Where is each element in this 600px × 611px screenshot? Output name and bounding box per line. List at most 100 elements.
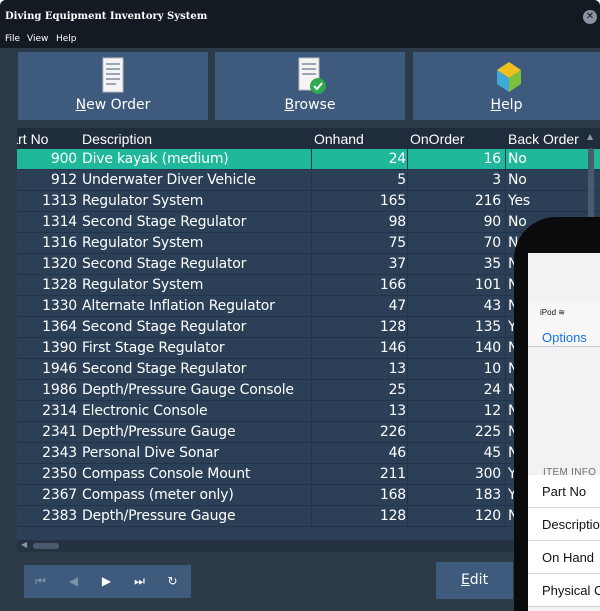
help-button[interactable]: Help [413,52,600,120]
phone-cell-physical[interactable]: Physical C [528,574,600,607]
cell-onorder: 120 [474,508,501,524]
column-divider [407,401,408,422]
menu-help[interactable]: Help [56,34,77,44]
last-record-icon[interactable]: ⏭ [123,565,156,598]
column-divider [505,338,506,359]
document-check-icon [298,57,326,94]
column-divider [505,464,506,485]
cell-part-no: 1364 [42,319,77,335]
col-onorder[interactable]: OnOrder [410,131,464,147]
cell-part-no: 1328 [42,277,77,293]
table-row[interactable]: 1986Depth/Pressure Gauge Console2524N [17,380,600,401]
toolbar: New Order Browse Help [0,48,600,126]
menu-view[interactable]: View [27,34,48,44]
phone-cell-description[interactable]: Description [528,508,600,541]
cell-onorder: 3 [492,172,501,188]
column-divider [311,149,312,170]
table-row[interactable]: 1946Second Stage Regulator1310N [17,359,600,380]
cell-description: Alternate Inflation Regulator [82,298,275,314]
cell-onorder: 216 [474,193,501,209]
table-row[interactable]: 2383Depth/Pressure Gauge128120N [17,506,600,527]
cell-description: First Stage Regulator [82,340,225,356]
table-row[interactable]: 912 Underwater Diver Vehicle 5 3 No [17,170,600,191]
next-record-icon[interactable]: ▶ [90,565,123,598]
column-divider [407,191,408,212]
column-divider [505,233,506,254]
column-divider [407,170,408,191]
cell-onorder: 135 [474,319,501,335]
cell-onorder: 10 [483,361,502,377]
cell-onorder: 70 [483,235,502,251]
column-divider [505,191,506,212]
cell-part-no: 1946 [42,361,77,377]
cell-part-no: 1316 [42,235,77,251]
cell-onhand: 46 [388,445,407,461]
table-row[interactable]: 2314Electronic Console1312N [17,401,600,422]
column-divider [311,212,312,233]
phone-options-button[interactable]: Options [542,330,587,345]
scroll-left-icon[interactable]: ◀ [21,540,27,549]
cell-onhand: 13 [388,403,407,419]
table-row[interactable]: 1314 Second Stage Regulator 98 90 No [17,212,600,233]
cell-description: Depth/Pressure Gauge [82,424,236,440]
new-order-button[interactable]: New Order [18,52,208,120]
horizontal-scroll-thumb[interactable] [33,543,59,549]
table-row[interactable]: 1320Second Stage Regulator3735N [17,254,600,275]
cell-onorder: 45 [483,445,502,461]
table-row[interactable]: 2350 Compass Console Mount 211 300 Y [17,464,600,485]
browse-button[interactable]: Browse [215,52,405,120]
cell-onhand: 47 [388,298,407,314]
col-onhand[interactable]: Onhand [314,131,364,147]
col-description[interactable]: Description [82,131,152,147]
table-row[interactable]: 1316 Regulator System 75 70 N [17,233,600,254]
col-part-no[interactable]: Part No [17,131,48,147]
horizontal-scrollbar[interactable]: ◀ [17,540,600,552]
cell-onorder: 101 [474,277,501,293]
table-row[interactable]: 2343Personal Dive Sonar4645N [17,443,600,464]
table-row[interactable]: 2367 Compass (meter only) 168 183 Y [17,485,600,506]
cell-description: Regulator System [82,235,204,251]
scroll-up-icon[interactable]: ▲ [587,132,593,141]
table-row[interactable]: 2341Depth/Pressure Gauge226225N [17,422,600,443]
close-icon[interactable]: ✕ [583,10,597,24]
app-window: Diving Equipment Inventory System ✕ File… [0,0,600,611]
first-record-icon[interactable]: ⏮ [24,565,57,598]
refresh-icon[interactable]: ↻ [156,565,189,598]
column-divider [505,401,506,422]
cell-onhand: 13 [388,361,407,377]
cell-part-no: 1314 [42,214,77,230]
column-divider [407,485,408,506]
prev-record-icon[interactable]: ◀ [57,565,90,598]
edit-button[interactable]: Edit [436,562,513,599]
phone-cell-part-no[interactable]: Part No [528,475,600,508]
cell-description: Regulator System [82,193,204,209]
cell-onhand: 75 [388,235,407,251]
col-back-order[interactable]: Back Order [508,131,579,147]
column-divider [311,275,312,296]
column-divider [407,296,408,317]
table-row[interactable]: 1313 Regulator System 165 216 Yes [17,191,600,212]
column-divider [407,422,408,443]
phone-section-header: ITEM INFO [543,467,597,478]
menu-file[interactable]: File [5,34,20,44]
table-row[interactable]: 1364 Second Stage Regulator 128 135 Y [17,317,600,338]
cell-onorder: 225 [474,424,501,440]
column-divider [505,170,506,191]
column-divider [311,233,312,254]
table-row[interactable]: 900 Dive kayak (medium) 24 16 No [17,149,600,170]
phone-cell-on-hand[interactable]: On Hand [528,541,600,574]
cell-part-no: 900 [50,151,77,167]
column-divider [311,506,312,527]
inventory-grid[interactable]: Part No Description Onhand OnOrder Back … [17,128,600,540]
cell-part-no: 1390 [42,340,77,356]
record-navigator: ⏮ ◀ ▶ ⏭ ↻ [24,565,191,598]
column-divider [311,170,312,191]
cell-description: Electronic Console [82,403,208,419]
column-divider [407,506,408,527]
cell-onhand: 168 [379,487,406,503]
table-row[interactable]: 1330Alternate Inflation Regulator4743N [17,296,600,317]
table-row[interactable]: 1328Regulator System166101N [17,275,600,296]
table-row[interactable]: 1390First Stage Regulator146140N [17,338,600,359]
column-divider [311,359,312,380]
column-divider [505,149,506,170]
